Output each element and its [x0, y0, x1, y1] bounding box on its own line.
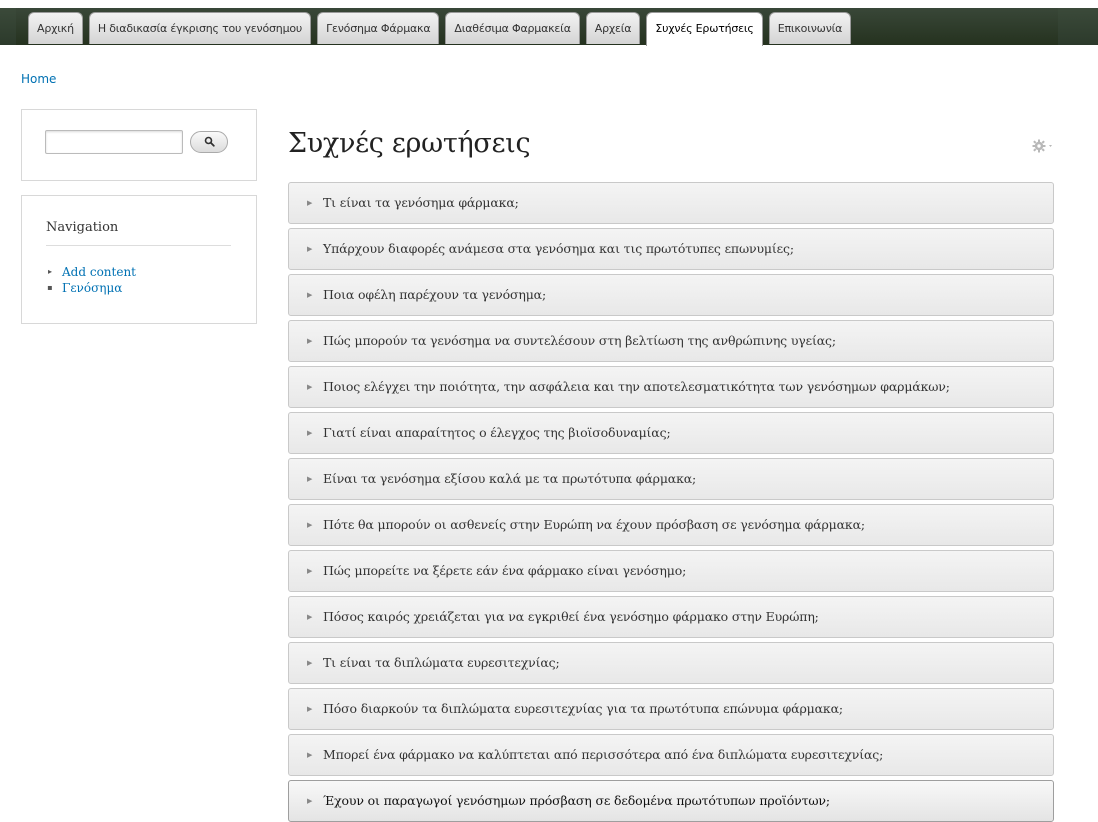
faq-list: ▶ Τι είναι τα γενόσημα φάρμακα; ▶ Υπάρχο…	[288, 182, 1054, 822]
faq-question: Γιατί είναι απαραίτητος ο έλεγχος της βι…	[323, 425, 671, 440]
tab-faq[interactable]: Συχνές Ερωτήσεις	[646, 12, 763, 46]
faq-item[interactable]: ▶ Γιατί είναι απαραίτητος ο έλεγχος της …	[288, 412, 1054, 454]
expand-arrow-icon: ▶	[307, 567, 313, 575]
contextual-settings-button[interactable]	[1032, 138, 1056, 154]
faq-question: Πότε θα μπορούν οι ασθενείς στην Ευρώπη …	[323, 517, 865, 532]
search-block	[21, 109, 257, 181]
faq-question: Πώς μπορούν τα γενόσημα να συντελέσουν σ…	[323, 333, 836, 348]
faq-item[interactable]: ▶ Τι είναι τα διπλώματα ευρεσιτεχνίας;	[288, 642, 1054, 684]
faq-item[interactable]: ▶ Είναι τα γενόσημα εξίσου καλά με τα πρ…	[288, 458, 1054, 500]
expand-arrow-icon: ▶	[307, 383, 313, 391]
page-title: Συχνές ερωτήσεις	[288, 128, 531, 159]
expand-arrow-icon: ▶	[307, 475, 313, 483]
expand-arrow-icon: ▶	[307, 613, 313, 621]
faq-item[interactable]: ▶ Μπορεί ένα φάρμακο να καλύπτεται από π…	[288, 734, 1054, 776]
nav-item-label[interactable]: Add content	[62, 264, 136, 280]
expand-arrow-icon: ▶	[307, 705, 313, 713]
faq-question: Είναι τα γενόσημα εξίσου καλά με τα πρωτ…	[323, 471, 697, 486]
expand-arrow-icon: ▶	[307, 521, 313, 529]
expand-arrow-icon: ▸	[47, 267, 52, 276]
navigation-list: ▸ Add content ▪ Γενόσημα	[46, 264, 136, 296]
tab-files[interactable]: Αρχεία	[585, 12, 641, 44]
nav-item-add-content[interactable]: ▸ Add content	[46, 264, 136, 280]
faq-item[interactable]: ▶ Ποια οφέλη παρέχουν τα γενόσημα;	[288, 274, 1054, 316]
expand-arrow-icon: ▶	[307, 199, 313, 207]
search-icon	[204, 136, 215, 147]
faq-question: Τι είναι τα γενόσημα φάρμακα;	[323, 195, 519, 210]
tab-generic-drugs[interactable]: Γενόσημα Φάρμακα	[317, 12, 440, 44]
expand-arrow-icon: ▶	[307, 291, 313, 299]
faq-question: Ποια οφέλη παρέχουν τα γενόσημα;	[323, 287, 547, 302]
faq-item[interactable]: ▶ Πόσο διαρκούν τα διπλώματα ευρεσιτεχνί…	[288, 688, 1054, 730]
faq-question: Πόσος καιρός χρειάζεται για να εγκριθεί …	[323, 609, 819, 624]
faq-item[interactable]: ▶ Τι είναι τα γενόσημα φάρμακα;	[288, 182, 1054, 224]
faq-item[interactable]: ▶ Πότε θα μπορούν οι ασθενείς στην Ευρώπ…	[288, 504, 1054, 546]
expand-arrow-icon: ▶	[307, 797, 313, 805]
faq-question: Τι είναι τα διπλώματα ευρεσιτεχνίας;	[323, 655, 560, 670]
faq-item[interactable]: ▶ Πόσος καιρός χρειάζεται για να εγκριθε…	[288, 596, 1054, 638]
tab-available-pharmacies[interactable]: Διαθέσιμα Φαρμακεία	[445, 12, 580, 44]
faq-item[interactable]: ▶ Πώς μπορούν τα γενόσημα να συντελέσουν…	[288, 320, 1054, 362]
expand-arrow-icon: ▶	[307, 751, 313, 759]
faq-item[interactable]: ▶ Έχουν οι παραγωγοί γενόσημων πρόσβαση …	[288, 780, 1054, 822]
search-button[interactable]	[190, 131, 228, 153]
tab-contact[interactable]: Επικοινωνία	[768, 12, 852, 44]
faq-item[interactable]: ▶ Πώς μπορείτε να ξέρετε εάν ένα φάρμακο…	[288, 550, 1054, 592]
navigation-title: Navigation	[46, 220, 119, 235]
faq-item[interactable]: ▶ Ποιος ελέγχει την ποιότητα, την ασφάλε…	[288, 366, 1054, 408]
main-navigation-tabs: Αρχική Η διαδικασία έγκρισης του γενόσημ…	[28, 12, 852, 46]
gear-icon	[1032, 139, 1052, 153]
faq-question: Πώς μπορείτε να ξέρετε εάν ένα φάρμακο ε…	[323, 563, 687, 578]
expand-arrow-icon: ▶	[307, 429, 313, 437]
search-input[interactable]	[45, 130, 183, 154]
breadcrumb-home-link[interactable]: Home	[21, 72, 56, 86]
square-bullet-icon: ▪	[47, 283, 53, 292]
tab-home[interactable]: Αρχική	[28, 12, 83, 44]
expand-arrow-icon: ▶	[307, 245, 313, 253]
faq-question: Υπάρχουν διαφορές ανάμεσα στα γενόσημα κ…	[323, 241, 794, 256]
expand-arrow-icon: ▶	[307, 659, 313, 667]
nav-item-generics[interactable]: ▪ Γενόσημα	[46, 280, 136, 296]
faq-question: Έχουν οι παραγωγοί γενόσημων πρόσβαση σε…	[323, 793, 830, 808]
navigation-divider	[46, 245, 231, 246]
tab-approval-process[interactable]: Η διαδικασία έγκρισης του γενόσημου	[88, 12, 312, 44]
faq-item[interactable]: ▶ Υπάρχουν διαφορές ανάμεσα στα γενόσημα…	[288, 228, 1054, 270]
faq-question: Πόσο διαρκούν τα διπλώματα ευρεσιτεχνίας…	[323, 701, 843, 716]
nav-item-label[interactable]: Γενόσημα	[62, 280, 122, 296]
navigation-block: Navigation ▸ Add content ▪ Γενόσημα	[21, 195, 257, 324]
faq-question: Ποιος ελέγχει την ποιότητα, την ασφάλεια…	[323, 379, 950, 394]
expand-arrow-icon: ▶	[307, 337, 313, 345]
faq-question: Μπορεί ένα φάρμακο να καλύπτεται από περ…	[323, 747, 884, 762]
